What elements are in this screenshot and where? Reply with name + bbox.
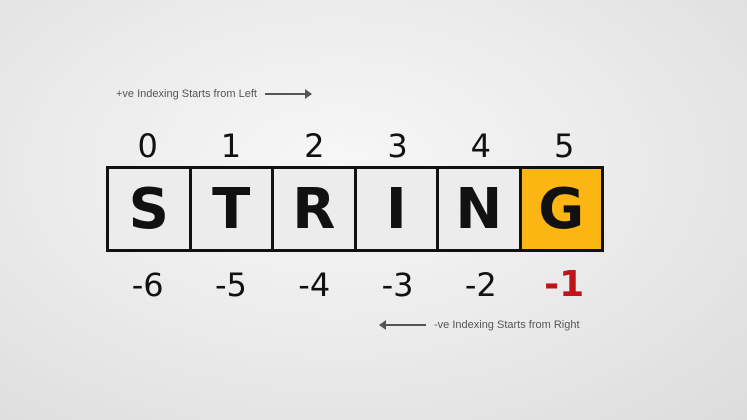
negative-index-row: -6 -5 -4 -3 -2 -1 xyxy=(106,265,606,305)
negative-index: -2 xyxy=(464,266,497,304)
negative-index: -4 xyxy=(298,266,331,304)
positive-index: 3 xyxy=(387,127,408,165)
positive-index: 0 xyxy=(137,127,158,165)
negative-index: -3 xyxy=(381,266,414,304)
character-cell: R xyxy=(274,169,357,249)
positive-indexing-note: +ve Indexing Starts from Left xyxy=(116,88,312,100)
string-boxes: S T R I N G xyxy=(106,166,604,252)
negative-indexing-label: -ve Indexing Starts from Right xyxy=(434,319,580,331)
character-cell: S xyxy=(109,169,192,249)
right-arrow-icon xyxy=(264,89,312,99)
positive-index: 4 xyxy=(470,127,492,165)
negative-index: -6 xyxy=(131,266,164,304)
positive-index: 5 xyxy=(553,127,575,165)
negative-indexing-note: -ve Indexing Starts from Right xyxy=(379,319,580,331)
negative-index: -5 xyxy=(214,266,247,304)
highlighted-character-cell: G xyxy=(521,169,601,249)
positive-index: 2 xyxy=(304,127,325,165)
character-cell: N xyxy=(439,169,522,249)
positive-index-row: 0 1 2 3 4 5 xyxy=(106,126,606,166)
character-cell: I xyxy=(357,169,439,249)
positive-indexing-label: +ve Indexing Starts from Left xyxy=(116,88,257,100)
positive-index: 1 xyxy=(220,127,242,165)
character-cell: T xyxy=(192,169,274,249)
highlighted-negative-index: -1 xyxy=(544,264,585,305)
left-arrow-icon xyxy=(379,320,426,330)
